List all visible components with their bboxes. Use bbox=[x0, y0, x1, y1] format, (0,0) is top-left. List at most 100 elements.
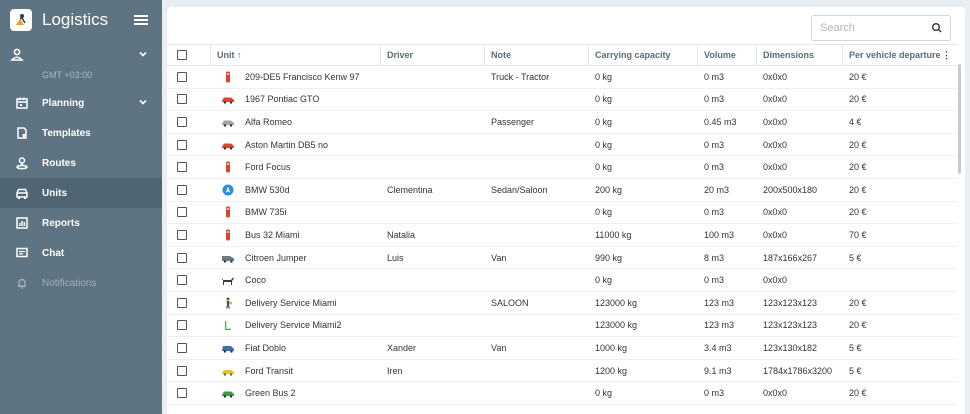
row-checkbox[interactable] bbox=[177, 207, 187, 218]
unit-name[interactable]: Delivery Service Miami2 bbox=[245, 320, 342, 330]
driver-cell: Xander bbox=[387, 342, 417, 353]
yellow-car-icon bbox=[221, 365, 235, 377]
dimensions-cell: 0x0x0 bbox=[763, 71, 788, 82]
unit-name[interactable]: Ford Transit bbox=[245, 366, 293, 376]
user-menu[interactable] bbox=[0, 42, 162, 68]
dimensions-cell: 0x0x0 bbox=[763, 139, 788, 150]
departure-cell: 5 € bbox=[849, 365, 862, 376]
row-checkbox[interactable] bbox=[177, 139, 187, 150]
select-all-checkbox[interactable] bbox=[177, 50, 187, 60]
unit-name[interactable]: Bus 32 Miami bbox=[245, 230, 300, 240]
sidebar-item-units[interactable]: Units bbox=[0, 178, 162, 208]
column-header-volume[interactable]: Volume bbox=[698, 45, 757, 65]
row-checkbox[interactable] bbox=[177, 229, 187, 240]
volume-cell: 8 m3 bbox=[704, 252, 725, 263]
unit-name[interactable]: BMW 735i bbox=[245, 207, 287, 217]
sidebar-item-chat[interactable]: Chat bbox=[0, 238, 162, 268]
sidebar-item-notifications[interactable]: Notifications bbox=[0, 268, 162, 298]
bell-icon bbox=[15, 276, 29, 290]
row-checkbox[interactable] bbox=[177, 365, 187, 376]
red-car-icon bbox=[221, 93, 235, 105]
column-header-per-vehicle-departure[interactable]: Per vehicle departure bbox=[849, 50, 941, 60]
row-checkbox[interactable] bbox=[177, 275, 187, 286]
column-header-carrying-capacity[interactable]: Carrying capacity bbox=[589, 45, 698, 65]
scrollbar-thumb[interactable] bbox=[958, 64, 961, 174]
note-cell bbox=[485, 269, 589, 291]
units-table: Unit ↑ Driver Note Carrying capacity Vol… bbox=[167, 44, 957, 405]
table-row[interactable]: Bus 32 Miami Natalia 11000 kg 100 m3 0x0x0 70… bbox=[167, 224, 957, 247]
capacity-cell: 990 kg bbox=[595, 252, 623, 263]
chevron-down-icon[interactable] bbox=[138, 97, 148, 110]
volume-cell: 0 m3 bbox=[704, 162, 725, 173]
row-checkbox[interactable] bbox=[177, 116, 187, 127]
row-checkbox[interactable] bbox=[177, 184, 187, 195]
unit-name[interactable]: Citroen Jumper bbox=[245, 253, 307, 263]
departure-cell: 70 € bbox=[849, 229, 867, 240]
sidebar-item-routes[interactable]: Routes bbox=[0, 148, 162, 178]
row-checkbox[interactable] bbox=[177, 252, 187, 263]
unit-name[interactable]: 209-DE5 Francisco Kenw 97 bbox=[245, 72, 360, 82]
dimensions-cell: 200x500x180 bbox=[763, 184, 818, 195]
table-row[interactable]: Delivery Service Miami2 123000 kg 123 m3 12… bbox=[167, 315, 957, 338]
menu-icon[interactable] bbox=[134, 13, 148, 27]
sidebar-item-planning[interactable]: Planning bbox=[0, 88, 162, 118]
column-header-note[interactable]: Note bbox=[485, 45, 589, 65]
driver-cell: Natalia bbox=[387, 229, 416, 240]
unit-name[interactable]: Delivery Service Miami bbox=[245, 298, 337, 308]
driver-cell bbox=[381, 202, 485, 224]
dimensions-cell: 0x0x0 bbox=[763, 116, 788, 127]
departure-cell: 20 € bbox=[849, 207, 867, 218]
table-row[interactable]: 1967 Pontiac GTO 0 kg 0 m3 0x0x0 20 € bbox=[167, 89, 957, 112]
unit-name[interactable]: Alfa Romeo bbox=[245, 117, 292, 127]
column-header-driver[interactable]: Driver bbox=[381, 45, 485, 65]
table-row[interactable]: BMW 530d Clementina Sedan/Saloon 200 kg 20 m… bbox=[167, 179, 957, 202]
unit-name[interactable]: Fiat Doblo bbox=[245, 343, 286, 353]
volume-cell: 0.45 m3 bbox=[704, 116, 737, 127]
volume-cell: 9.1 m3 bbox=[704, 365, 732, 376]
sidebar-item-reports[interactable]: Reports bbox=[0, 208, 162, 238]
scrollbar[interactable] bbox=[958, 44, 963, 414]
capacity-cell: 200 kg bbox=[595, 184, 623, 195]
more-options-icon[interactable]: ⋮ bbox=[942, 50, 951, 61]
row-checkbox[interactable] bbox=[177, 320, 187, 331]
row-checkbox[interactable] bbox=[177, 342, 187, 353]
table-row[interactable]: Alfa Romeo Passenger 0 kg 0.45 m3 0x0x0 4 € bbox=[167, 111, 957, 134]
unit-name[interactable]: Coco bbox=[245, 275, 266, 285]
sidebar-item-label: Units bbox=[42, 187, 67, 199]
column-header-dimensions[interactable]: Dimensions bbox=[757, 45, 843, 65]
departure-cell: 20 € bbox=[849, 71, 867, 82]
row-checkbox[interactable] bbox=[177, 388, 187, 399]
row-checkbox[interactable] bbox=[177, 162, 187, 173]
search-icon[interactable] bbox=[930, 21, 944, 35]
table-row[interactable]: Ford Focus 0 kg 0 m3 0x0x0 20 € bbox=[167, 156, 957, 179]
green-corner-icon bbox=[221, 319, 235, 331]
table-row[interactable]: BMW 735i 0 kg 0 m3 0x0x0 20 € bbox=[167, 202, 957, 225]
unit-name[interactable]: Ford Focus bbox=[245, 162, 291, 172]
row-checkbox[interactable] bbox=[177, 94, 187, 105]
table-row[interactable]: Aston Martin DB5 no 0 kg 0 m3 0x0x0 20 € bbox=[167, 134, 957, 157]
unit-name[interactable]: Green Bus 2 bbox=[245, 388, 296, 398]
chevron-down-icon[interactable] bbox=[138, 46, 148, 64]
sidebar-item-label: Chat bbox=[42, 247, 65, 259]
unit-name[interactable]: BMW 530d bbox=[245, 185, 290, 195]
table-row[interactable]: Fiat Doblo Xander Van 1000 kg 3.4 m3 123x130x… bbox=[167, 337, 957, 360]
departure-cell: 20 € bbox=[849, 162, 867, 173]
table-row[interactable]: Coco 0 kg 0 m3 0x0x0 bbox=[167, 269, 957, 292]
sidebar-item-templates[interactable]: Templates bbox=[0, 118, 162, 148]
unit-name[interactable]: 1967 Pontiac GTO bbox=[245, 94, 319, 104]
table-row[interactable]: 209-DE5 Francisco Kenw 97 Truck - Tractor… bbox=[167, 66, 957, 89]
car-icon bbox=[15, 186, 29, 200]
search-input[interactable] bbox=[812, 22, 922, 34]
table-row[interactable]: Green Bus 2 0 kg 0 m3 0x0x0 20 € bbox=[167, 382, 957, 405]
dimensions-cell: 0x0x0 bbox=[763, 162, 788, 173]
column-header-unit[interactable]: Unit ↑ bbox=[211, 45, 381, 65]
row-checkbox[interactable] bbox=[177, 297, 187, 308]
table-row[interactable]: Citroen Jumper Luis Van 990 kg 8 m3 187x166x2… bbox=[167, 247, 957, 270]
row-checkbox[interactable] bbox=[177, 71, 187, 82]
dimensions-cell: 0x0x0 bbox=[763, 275, 788, 286]
table-row[interactable]: Delivery Service Miami SALOON 123000 kg 123… bbox=[167, 292, 957, 315]
table-row[interactable]: Ford Transit Iren 1200 kg 9.1 m3 1784x1786x3… bbox=[167, 360, 957, 383]
capacity-cell: 1200 kg bbox=[595, 365, 628, 376]
chat-icon bbox=[15, 246, 29, 260]
unit-name[interactable]: Aston Martin DB5 no bbox=[245, 140, 328, 150]
